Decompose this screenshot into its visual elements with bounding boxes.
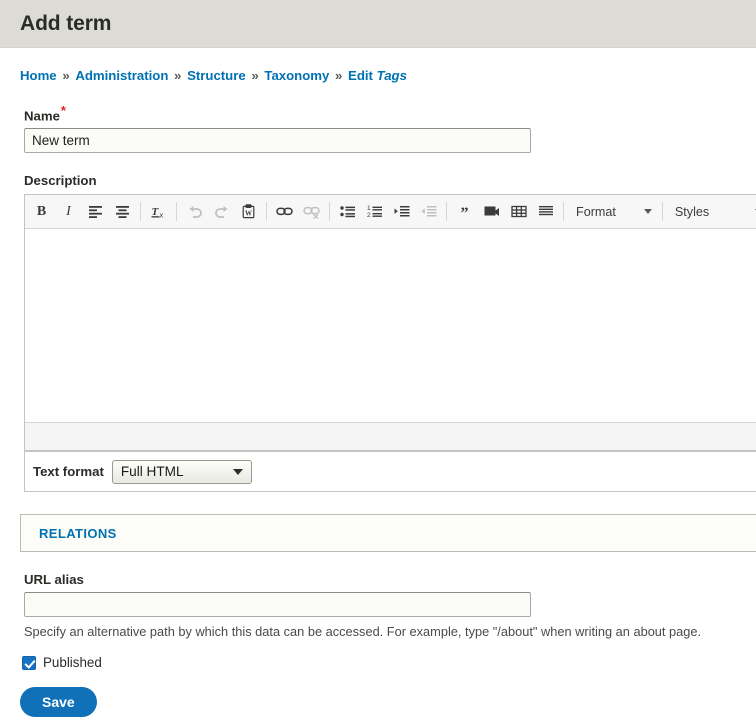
breadcrumb-separator: » (62, 68, 70, 83)
name-label: Name* (24, 103, 736, 123)
svg-text:2: 2 (367, 212, 371, 218)
page-title: Add term (20, 11, 112, 35)
relations-legend: RELATIONS (39, 525, 117, 541)
breadcrumb: Home » Administration » Structure » Taxo… (0, 48, 756, 83)
bulleted-list-icon[interactable] (334, 199, 361, 225)
relations-fieldset[interactable]: RELATIONS (20, 514, 756, 553)
published-checkbox[interactable] (22, 655, 36, 670)
breadcrumb-separator: » (174, 68, 182, 83)
outdent-icon[interactable] (415, 199, 442, 225)
bold-icon[interactable]: B (28, 199, 55, 225)
save-button[interactable]: Save (20, 687, 97, 718)
url-alias-help-text: Specify an alternative path by which thi… (24, 624, 702, 640)
paste-from-word-icon[interactable]: W (235, 199, 262, 225)
editor-content-area[interactable] (25, 229, 756, 424)
breadcrumb-item-home[interactable]: Home (20, 68, 57, 83)
toolbar-separator (329, 202, 330, 222)
table-icon[interactable] (505, 199, 532, 225)
toolbar-separator (266, 202, 267, 222)
breadcrumb-item-edit-tags[interactable]: Edit Tags (348, 68, 407, 83)
italic-icon[interactable]: I (55, 199, 82, 225)
breadcrumb-item-structure[interactable]: Structure (187, 68, 246, 83)
svg-text:x: x (159, 210, 163, 219)
breadcrumb-separator: » (335, 68, 343, 83)
name-label-text: Name (24, 108, 60, 124)
link-icon[interactable] (271, 199, 298, 225)
toolbar-separator (661, 202, 663, 222)
text-format-selected-value: Full HTML (120, 464, 184, 480)
blockquote-icon[interactable]: ” (451, 199, 478, 225)
description-label: Description (24, 173, 97, 189)
align-center-icon[interactable] (109, 199, 136, 225)
image-icon[interactable] (478, 199, 505, 225)
numbered-list-icon[interactable]: 1 2 (361, 199, 388, 225)
chevron-down-icon (643, 209, 652, 215)
svg-text:T: T (151, 206, 159, 218)
breadcrumb-item-taxonomy[interactable]: Taxonomy (264, 68, 329, 83)
text-format-select[interactable]: Full HTML (111, 459, 252, 484)
chevron-down-icon (232, 468, 243, 475)
indent-icon[interactable] (388, 199, 415, 225)
breadcrumb-edit-label: Edit (348, 68, 373, 83)
required-marker: * (60, 103, 66, 118)
align-left-icon[interactable] (82, 199, 109, 225)
styles-dropdown[interactable]: Styles (667, 199, 756, 225)
undo-icon[interactable] (181, 199, 208, 225)
editor-element-path (25, 423, 756, 452)
rich-text-editor: B I T x W 1 2 ” Format Styles (24, 194, 756, 453)
url-alias-input[interactable] (24, 592, 531, 618)
toolbar-separator (140, 202, 141, 222)
svg-text:1: 1 (367, 205, 371, 212)
toolbar-separator (176, 202, 177, 222)
name-input[interactable] (24, 128, 531, 154)
breadcrumb-separator: » (251, 68, 259, 83)
breadcrumb-vocabulary-name: Tags (376, 68, 407, 83)
url-alias-label: URL alias (24, 572, 84, 588)
svg-text:W: W (245, 210, 252, 218)
editor-toolbar: B I T x W 1 2 ” Format Styles (25, 195, 756, 230)
toolbar-separator (446, 202, 447, 222)
published-checkbox-row[interactable]: Published (22, 655, 736, 670)
published-label: Published (43, 655, 102, 671)
remove-format-icon[interactable]: T x (145, 199, 172, 225)
format-dropdown[interactable]: Format (568, 199, 658, 225)
breadcrumb-item-administration[interactable]: Administration (75, 68, 168, 83)
styles-dropdown-label: Styles (674, 204, 710, 219)
text-format-row: Text format Full HTML (24, 452, 756, 493)
horizontal-rule-icon[interactable] (532, 199, 559, 225)
unlink-icon[interactable] (298, 199, 325, 225)
redo-icon[interactable] (208, 199, 235, 225)
format-dropdown-label: Format (576, 204, 616, 219)
page-header: Add term (0, 0, 756, 48)
toolbar-separator (563, 202, 564, 222)
text-format-label: Text format (33, 464, 104, 480)
